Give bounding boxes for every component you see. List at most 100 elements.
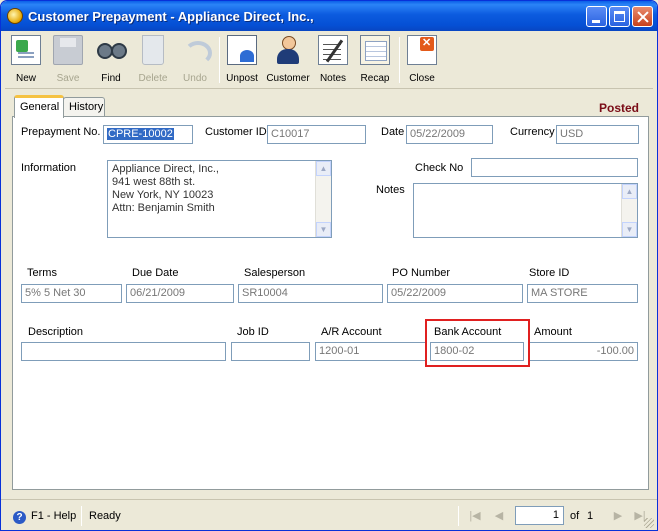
recap-button[interactable]: Recap bbox=[357, 35, 393, 87]
amount-label: Amount bbox=[534, 326, 572, 338]
check-no-label: Check No bbox=[415, 162, 464, 174]
new-button[interactable]: New bbox=[9, 35, 43, 87]
save-icon bbox=[53, 35, 83, 65]
information-label: Information bbox=[21, 162, 77, 174]
description-field[interactable] bbox=[21, 342, 226, 361]
terms-label: Terms bbox=[27, 267, 57, 279]
of-label: of bbox=[570, 510, 580, 522]
close-label: Close bbox=[409, 73, 435, 84]
information-line: 941 west 88th st. bbox=[112, 176, 196, 188]
first-page-icon[interactable]: |◀ bbox=[466, 508, 484, 524]
toolbar-separator bbox=[399, 37, 400, 83]
information-memo[interactable]: Appliance Direct, Inc., 941 west 88th st… bbox=[107, 160, 332, 238]
undo-label: Undo bbox=[183, 73, 207, 84]
amount-field[interactable]: -100.00 bbox=[529, 342, 638, 361]
ar-account-label: A/R Account bbox=[321, 326, 382, 338]
status-bar: ? F1 - Help Ready |◀ ◀ 1 of 1 ▶ ▶| bbox=[1, 499, 657, 530]
currency-field[interactable]: USD bbox=[556, 125, 639, 144]
notes-field-label: Notes bbox=[376, 184, 405, 196]
save-label: Save bbox=[56, 73, 80, 84]
salesperson-label: Salesperson bbox=[244, 267, 306, 279]
prepayment-no-label: Prepayment No. bbox=[21, 126, 101, 138]
recap-label: Recap bbox=[360, 73, 390, 84]
page-number-input[interactable]: 1 bbox=[515, 506, 564, 525]
unpost-icon bbox=[227, 35, 257, 65]
scroll-up-icon[interactable]: ▲ bbox=[316, 161, 331, 176]
close-button[interactable]: Close bbox=[405, 35, 439, 87]
recycle-bin-icon bbox=[142, 35, 164, 65]
job-id-label: Job ID bbox=[237, 326, 269, 338]
help-icon[interactable]: ? bbox=[13, 511, 26, 524]
due-date-label: Due Date bbox=[132, 267, 179, 279]
terms-field[interactable]: 5% 5 Net 30 bbox=[21, 284, 122, 303]
notes-scrollbar[interactable]: ▲ ▼ bbox=[621, 184, 637, 237]
date-field[interactable]: 05/22/2009 bbox=[406, 125, 493, 144]
help-hint[interactable]: F1 - Help bbox=[31, 510, 76, 522]
resize-grip-icon[interactable] bbox=[644, 518, 654, 528]
description-label: Description bbox=[28, 326, 84, 338]
close-form-icon bbox=[407, 35, 437, 65]
salesperson-field[interactable]: SR10004 bbox=[238, 284, 383, 303]
scroll-down-icon[interactable]: ▼ bbox=[316, 222, 331, 237]
maximize-button[interactable] bbox=[609, 6, 630, 27]
store-id-label: Store ID bbox=[529, 267, 570, 279]
toolbar-separator bbox=[219, 37, 220, 83]
job-id-field[interactable] bbox=[231, 342, 310, 361]
tab-general[interactable]: General bbox=[14, 95, 64, 118]
information-scrollbar[interactable]: ▲ ▼ bbox=[315, 161, 331, 237]
save-button[interactable]: Save bbox=[51, 35, 85, 87]
prepayment-no-value: CPRE-10002 bbox=[107, 128, 174, 140]
new-icon bbox=[11, 35, 41, 65]
due-date-field[interactable]: 06/21/2009 bbox=[126, 284, 234, 303]
tab-history[interactable]: History bbox=[63, 97, 105, 117]
window-title: Customer Prepayment - Appliance Direct, … bbox=[28, 9, 314, 24]
posted-status: Posted bbox=[598, 101, 639, 115]
delete-label: Delete bbox=[138, 73, 168, 84]
information-line: Attn: Benjamin Smith bbox=[112, 202, 215, 214]
undo-icon bbox=[180, 35, 212, 65]
customer-button[interactable]: Customer bbox=[265, 35, 311, 87]
scroll-down-icon[interactable]: ▼ bbox=[622, 222, 637, 237]
page-total: 1 bbox=[587, 510, 594, 522]
app-icon bbox=[7, 8, 23, 24]
unpost-button[interactable]: Unpost bbox=[223, 35, 261, 87]
check-no-field[interactable] bbox=[471, 158, 638, 177]
find-button[interactable]: Find bbox=[93, 35, 129, 87]
new-label: New bbox=[15, 73, 36, 84]
unpost-label: Unpost bbox=[226, 73, 258, 84]
scroll-up-icon[interactable]: ▲ bbox=[622, 184, 637, 199]
status-text: Ready bbox=[89, 510, 121, 522]
previous-page-icon[interactable]: ◀ bbox=[490, 508, 508, 524]
customer-id-field[interactable]: C10017 bbox=[267, 125, 366, 144]
binoculars-icon bbox=[96, 35, 127, 65]
bank-account-highlight bbox=[425, 319, 530, 367]
close-window-button[interactable] bbox=[632, 6, 653, 27]
po-number-field[interactable]: 05/22/2009 bbox=[387, 284, 523, 303]
ar-account-field[interactable]: 1200-01 bbox=[315, 342, 426, 361]
currency-label: Currency bbox=[510, 126, 555, 138]
notes-memo[interactable] bbox=[413, 183, 638, 238]
store-id-field[interactable]: MA STORE bbox=[527, 284, 638, 303]
title-bar[interactable]: Customer Prepayment - Appliance Direct, … bbox=[1, 1, 657, 31]
customer-id-label: Customer ID bbox=[205, 126, 267, 138]
notes-button[interactable]: Notes bbox=[315, 35, 351, 87]
prepayment-no-field[interactable]: CPRE-10002 bbox=[103, 125, 193, 144]
information-line: New York, NY 10023 bbox=[112, 189, 214, 201]
information-line: Appliance Direct, Inc., bbox=[112, 163, 219, 175]
po-number-label: PO Number bbox=[392, 267, 451, 279]
undo-button[interactable]: Undo bbox=[177, 35, 213, 87]
minimize-button[interactable] bbox=[586, 6, 607, 27]
statusbar-divider bbox=[81, 506, 82, 526]
customer-label: Customer bbox=[266, 73, 310, 84]
next-page-icon[interactable]: ▶ bbox=[609, 508, 627, 524]
delete-button[interactable]: Delete bbox=[135, 35, 171, 87]
recap-icon bbox=[360, 35, 390, 65]
notes-icon bbox=[318, 35, 348, 65]
customer-prepayment-window: Customer Prepayment - Appliance Direct, … bbox=[0, 0, 658, 531]
toolbar: New Save Find Delete Undo Unpost Custome… bbox=[5, 33, 653, 89]
find-label: Find bbox=[101, 73, 121, 84]
notes-label: Notes bbox=[319, 73, 347, 84]
statusbar-divider bbox=[458, 506, 459, 526]
date-label: Date bbox=[381, 126, 405, 138]
customer-icon bbox=[273, 35, 303, 65]
